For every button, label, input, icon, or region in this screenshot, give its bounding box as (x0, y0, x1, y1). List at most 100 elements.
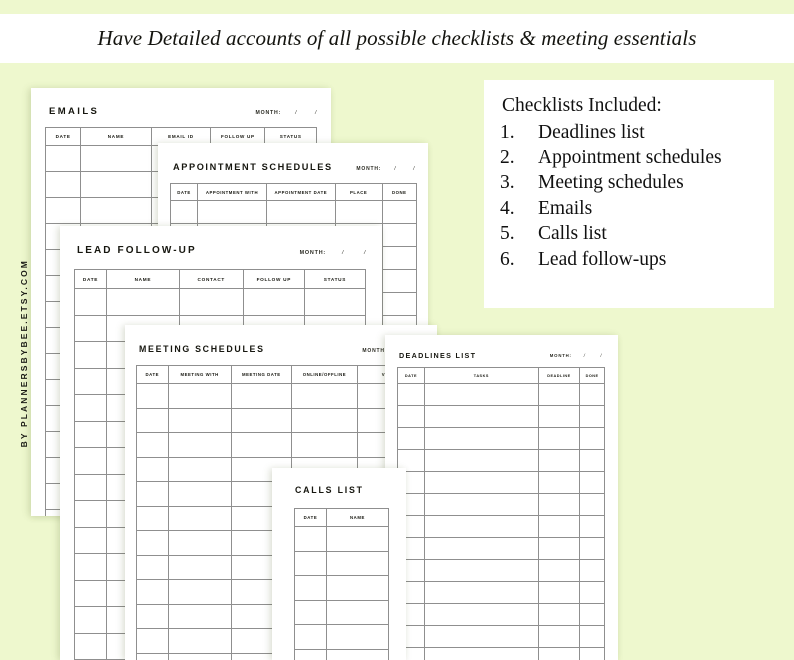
table-row[interactable] (398, 582, 605, 604)
table-cell[interactable] (231, 408, 291, 433)
sheet-deadlines-list[interactable]: DEADLINES LIST MONTH: / / DATETASKSDEADL… (385, 335, 618, 660)
table-cell[interactable] (538, 560, 579, 582)
table-cell[interactable] (46, 172, 81, 198)
table-row[interactable] (398, 604, 605, 626)
table-cell[interactable] (326, 576, 388, 601)
table-cell[interactable] (398, 428, 425, 450)
table-cell[interactable] (538, 626, 579, 648)
table-row[interactable] (398, 428, 605, 450)
table-cell[interactable] (168, 384, 231, 409)
table-cell[interactable] (137, 506, 169, 531)
table-cell[interactable] (326, 551, 388, 576)
table-cell[interactable] (538, 384, 579, 406)
table-row[interactable] (295, 625, 389, 650)
table-cell[interactable] (424, 472, 538, 494)
table-cell[interactable] (291, 433, 357, 458)
table-cell[interactable] (168, 433, 231, 458)
table-cell[interactable] (424, 450, 538, 472)
table-cell[interactable] (75, 501, 107, 528)
table-cell[interactable] (580, 538, 605, 560)
table-cell[interactable] (580, 626, 605, 648)
table-cell[interactable] (424, 516, 538, 538)
table-cell[interactable] (291, 408, 357, 433)
table-cell[interactable] (81, 198, 151, 224)
table-cell[interactable] (580, 582, 605, 604)
table-cell[interactable] (198, 201, 267, 224)
table-cell[interactable] (168, 580, 231, 605)
table-cell[interactable] (168, 604, 231, 629)
table-cell[interactable] (326, 625, 388, 650)
table-cell[interactable] (326, 649, 388, 660)
table-cell[interactable] (538, 428, 579, 450)
table-cell[interactable] (538, 538, 579, 560)
table-cell[interactable] (231, 384, 291, 409)
table-deadlines-list[interactable]: DATETASKSDEADLINEDONE (397, 367, 605, 660)
table-calls-list[interactable]: DATENAME (294, 508, 389, 660)
table-cell[interactable] (580, 494, 605, 516)
table-cell[interactable] (580, 604, 605, 626)
table-row[interactable] (398, 494, 605, 516)
table-cell[interactable] (46, 146, 81, 172)
table-cell[interactable] (382, 247, 416, 270)
table-cell[interactable] (424, 560, 538, 582)
table-cell[interactable] (295, 527, 327, 552)
table-cell[interactable] (538, 406, 579, 428)
table-cell[interactable] (179, 289, 243, 316)
table-cell[interactable] (75, 527, 107, 554)
table-cell[interactable] (580, 472, 605, 494)
table-cell[interactable] (538, 494, 579, 516)
table-cell[interactable] (424, 384, 538, 406)
table-cell[interactable] (75, 395, 107, 422)
table-cell[interactable] (295, 649, 327, 660)
table-cell[interactable] (424, 582, 538, 604)
table-row[interactable] (398, 406, 605, 428)
table-cell[interactable] (107, 289, 180, 316)
table-cell[interactable] (538, 604, 579, 626)
table-cell[interactable] (75, 580, 107, 607)
table-cell[interactable] (137, 580, 169, 605)
table-cell[interactable] (266, 201, 335, 224)
table-cell[interactable] (168, 531, 231, 556)
table-cell[interactable] (75, 289, 107, 316)
table-cell[interactable] (424, 648, 538, 660)
table-cell[interactable] (382, 270, 416, 293)
table-cell[interactable] (171, 201, 198, 224)
table-cell[interactable] (75, 474, 107, 501)
table-row[interactable] (137, 408, 424, 433)
table-cell[interactable] (424, 494, 538, 516)
table-cell[interactable] (75, 554, 107, 581)
table-row[interactable] (137, 384, 424, 409)
table-cell[interactable] (382, 224, 416, 247)
table-cell[interactable] (75, 315, 107, 342)
table-cell[interactable] (580, 648, 605, 660)
table-cell[interactable] (291, 384, 357, 409)
table-row[interactable] (398, 626, 605, 648)
table-cell[interactable] (75, 448, 107, 475)
table-cell[interactable] (137, 408, 169, 433)
table-cell[interactable] (168, 506, 231, 531)
table-cell[interactable] (168, 457, 231, 482)
table-cell[interactable] (424, 538, 538, 560)
table-cell[interactable] (137, 457, 169, 482)
table-cell[interactable] (580, 560, 605, 582)
table-cell[interactable] (295, 600, 327, 625)
table-cell[interactable] (137, 531, 169, 556)
table-cell[interactable] (580, 406, 605, 428)
table-cell[interactable] (137, 482, 169, 507)
table-cell[interactable] (326, 600, 388, 625)
table-cell[interactable] (580, 428, 605, 450)
table-cell[interactable] (295, 576, 327, 601)
table-row[interactable] (75, 289, 366, 316)
table-cell[interactable] (295, 551, 327, 576)
table-cell[interactable] (424, 604, 538, 626)
table-cell[interactable] (295, 625, 327, 650)
table-cell[interactable] (382, 293, 416, 316)
table-cell[interactable] (398, 384, 425, 406)
table-cell[interactable] (538, 472, 579, 494)
table-cell[interactable] (75, 368, 107, 395)
table-cell[interactable] (382, 201, 416, 224)
table-cell[interactable] (137, 433, 169, 458)
table-cell[interactable] (75, 607, 107, 634)
table-cell[interactable] (424, 626, 538, 648)
table-cell[interactable] (75, 633, 107, 660)
